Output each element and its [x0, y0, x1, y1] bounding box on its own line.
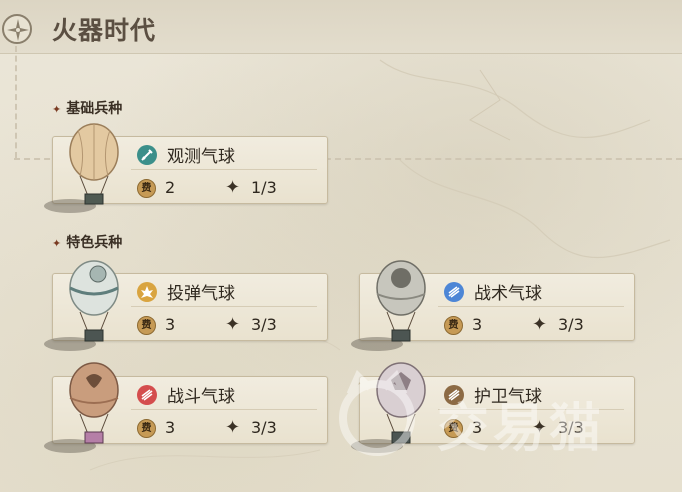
unit-name: 战斗气球 — [167, 387, 235, 407]
tactical-balloon-icon — [351, 260, 426, 351]
limit-star-icon: ✦ — [532, 314, 548, 335]
unit-name: 观测气球 — [167, 147, 235, 167]
cost-icon: 费 — [137, 316, 156, 335]
watermark: 交易猫 — [332, 369, 672, 470]
limit-star-icon: ✦ — [225, 314, 241, 335]
cost-icon: 费 — [137, 419, 156, 438]
unit-cost: 3 — [165, 315, 176, 334]
unit-limit: 1/3 — [251, 178, 277, 197]
bomber-balloon-icon — [44, 260, 119, 351]
watermark-text: 交易猫 — [437, 399, 606, 459]
wing-icon — [444, 282, 464, 302]
wing-icon — [137, 385, 157, 405]
card-divider — [438, 306, 624, 307]
divider-vertical — [15, 46, 17, 158]
unit-cost: 3 — [472, 315, 483, 334]
card-divider — [131, 409, 317, 410]
unit-cost: 3 — [165, 418, 176, 437]
unit-limit: 3/3 — [251, 315, 277, 334]
sword-icon — [137, 145, 157, 165]
limit-star-icon: ✦ — [225, 417, 241, 438]
star-icon: ✦ — [52, 237, 62, 250]
unit-name: 投弹气球 — [167, 284, 235, 304]
title-bar: 火器时代 — [0, 0, 682, 54]
unit-limit: 3/3 — [251, 418, 277, 437]
cost-icon: 费 — [137, 179, 156, 198]
unit-name: 战术气球 — [474, 284, 542, 304]
combat-balloon-icon — [44, 362, 119, 453]
card-divider — [131, 169, 317, 170]
unit-cost: 2 — [165, 178, 176, 197]
section-label: 基础兵种 — [66, 101, 123, 117]
section-special-units: ✦ 特色兵种 — [52, 232, 122, 252]
limit-star-icon: ✦ — [225, 177, 241, 198]
compass-icon — [2, 14, 32, 44]
section-basic-units: ✦ 基础兵种 — [52, 98, 122, 118]
cost-icon: 费 — [444, 316, 463, 335]
cat-logo-icon — [339, 369, 415, 456]
explosion-icon — [137, 282, 157, 302]
observation-balloon-icon — [44, 123, 119, 213]
star-icon: ✦ — [52, 103, 62, 116]
section-label: 特色兵种 — [66, 235, 123, 251]
unit-limit: 3/3 — [558, 315, 584, 334]
page-title: 火器时代 — [52, 16, 157, 45]
card-divider — [131, 306, 317, 307]
